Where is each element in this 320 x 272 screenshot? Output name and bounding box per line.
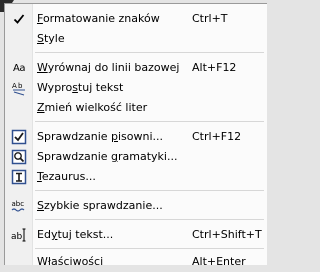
menu-item-label: Edytuj tekst... [37,228,114,241]
menu-item-align-baseline[interactable]: Aa Wyrównaj do linii bazowej Alt+F12 [5,58,264,78]
menu-item-shortcut: Alt+F12 [192,61,237,74]
menu-item-label: Style [37,32,65,45]
menu-item-thesaurus[interactable]: Tezaurus... [5,167,264,187]
menu-item-label: Zmień wielkość liter [37,101,148,114]
menu-item-label: Sprawdzanie gramatyki... [37,150,178,163]
menu-item-label: Formatowanie znaków [37,12,160,25]
menu-item-label: Sprawdzanie pisowni... [37,130,164,143]
grammar-check-icon [11,149,27,165]
menu-item-quick-correct[interactable]: abc Szybkie sprawdzanie... [5,196,264,216]
svg-text:b: b [18,82,23,90]
menu-item-straighten-text[interactable]: A b Wyprostuj tekst [5,78,264,98]
menu-separator [35,121,264,122]
edit-text-icon: ab [11,227,27,243]
menu-item-label: Wyrównaj do linii bazowej [37,61,180,74]
quick-correct-icon: abc [11,198,27,214]
menu-item-shortcut: Ctrl+T [192,12,228,25]
thesaurus-icon [11,169,27,185]
menu-separator [35,52,264,53]
menu-item-grammar-check[interactable]: Sprawdzanie gramatyki... [5,147,264,167]
menu-item-label: Tezaurus... [37,170,96,183]
menu-item-change-case[interactable]: Zmień wielkość liter [5,98,264,118]
menu-item-label: Szybkie sprawdzanie... [37,199,163,212]
checkmark-icon [11,11,27,27]
menu-item-properties[interactable]: Właściwości Alt+Enter [5,252,264,272]
align-baseline-icon: Aa [13,62,25,74]
menu-item-styles[interactable]: Style [5,29,264,49]
context-menu: Formatowanie znaków Ctrl+T Style Aa Wyró… [4,3,267,268]
menu-separator [35,219,264,220]
svg-text:ab: ab [11,232,23,242]
menu-separator [35,248,264,249]
spell-check-icon [11,129,27,145]
svg-text:abc: abc [12,200,25,208]
straighten-text-icon: A b [11,80,27,96]
menu-separator [35,190,264,191]
menu-item-shortcut: Ctrl+Shift+T [192,228,262,241]
menu-item-edit-text[interactable]: ab Edytuj tekst... Ctrl+Shift+T [5,225,264,245]
menu-item-shortcut: Ctrl+F12 [192,130,242,143]
menu-item-label: Wyprostuj tekst [37,81,124,94]
svg-text:A: A [12,82,17,90]
menu-item-spell-check[interactable]: Sprawdzanie pisowni... Ctrl+F12 [5,127,264,147]
menu-item-format-characters[interactable]: Formatowanie znaków Ctrl+T [5,9,264,29]
